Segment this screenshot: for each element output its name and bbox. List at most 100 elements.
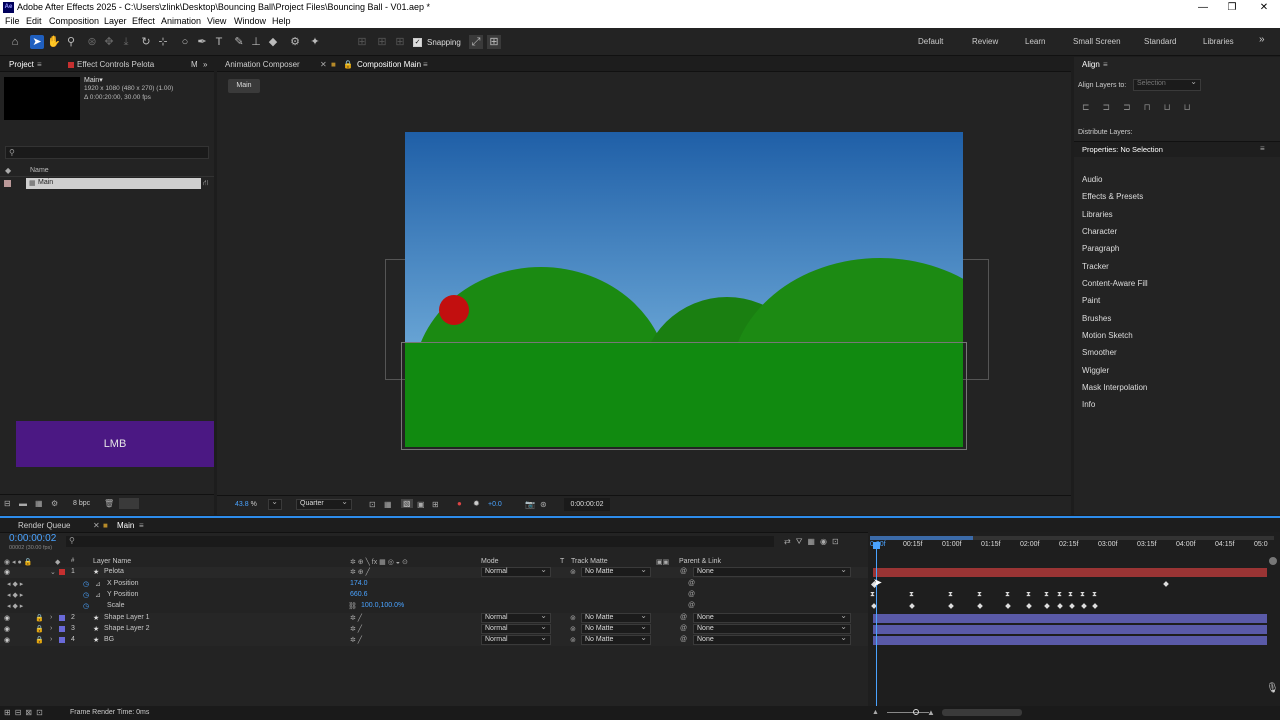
mask-visibility-icon[interactable]: ▧	[401, 499, 413, 508]
panel-motion-sketch[interactable]: Motion Sketch	[1082, 331, 1133, 340]
dolly-tool-icon[interactable]: ⤓	[119, 35, 133, 49]
selection-tool-icon[interactable]: ➤	[30, 35, 44, 49]
hand-tool-icon[interactable]: ✋	[47, 35, 61, 49]
current-time[interactable]: 0:00:00:02	[9, 533, 56, 544]
project-search-input[interactable]: ⚲	[5, 146, 209, 159]
project-item-main[interactable]: ▦ Main	[26, 178, 201, 189]
zoom-out-icon[interactable]: ▲	[872, 709, 879, 716]
keyframe-hourglass[interactable]: ⧗	[909, 591, 914, 599]
playhead-handle[interactable]	[873, 542, 880, 549]
track-matte-icon[interactable]: ⊚	[570, 568, 576, 576]
menu-composition[interactable]: Composition	[49, 16, 99, 26]
keyframe-hourglass[interactable]: ⧗	[1080, 591, 1085, 599]
stopwatch-icon[interactable]: ◷	[83, 602, 89, 610]
keyframe-hourglass[interactable]: ⧗	[1057, 591, 1062, 599]
channels-icon[interactable]: ●	[457, 499, 462, 508]
panel-tracker[interactable]: Tracker	[1082, 262, 1109, 271]
project-settings-icon[interactable]: ⚙	[51, 499, 58, 508]
track-matte-icon[interactable]: ⊚	[570, 614, 576, 622]
expression-pick-whip-icon[interactable]: @	[688, 580, 695, 587]
visibility-eye-icon[interactable]: ◉	[4, 568, 10, 576]
pick-whip-icon[interactable]: @	[680, 625, 687, 632]
viewer-timecode[interactable]: 0:00:00:02	[564, 498, 610, 511]
layer-label-swatch[interactable]	[59, 569, 65, 575]
close-button[interactable]: ✕	[1248, 0, 1280, 15]
tab-main[interactable]: Main	[117, 521, 134, 530]
tab-overflow-icon[interactable]: »	[203, 60, 207, 69]
brush-tool-icon[interactable]: ✎	[232, 35, 246, 49]
tab-project[interactable]: Project	[9, 60, 34, 69]
panel-smoother[interactable]: Smoother	[1082, 348, 1117, 357]
column-num[interactable]: #	[71, 558, 74, 564]
layer-switches-icons[interactable]: ✲ ⊕ ╲ fx ▦ ◎ ◒ ⊙	[350, 558, 408, 566]
layer-switch-icons[interactable]: ✲ ╱	[350, 636, 362, 644]
tab-composition-main[interactable]: Composition Main	[357, 60, 421, 69]
panel-menu-icon[interactable]: ≡	[139, 521, 144, 530]
track-matte-icon[interactable]: ⊚	[570, 636, 576, 644]
visibility-eye-icon[interactable]: ◉	[4, 614, 10, 622]
work-area-range[interactable]	[870, 536, 973, 540]
roto-brush-tool-icon[interactable]: ⚙	[288, 35, 302, 49]
close-tab-icon[interactable]: ✕	[320, 60, 327, 69]
align-to-dropdown[interactable]: Selection	[1133, 78, 1201, 91]
panel-brushes[interactable]: Brushes	[1082, 314, 1111, 323]
keyframe-hourglass[interactable]: ⧗	[977, 591, 982, 599]
lock-icon[interactable]: 🔒	[35, 636, 44, 644]
layer-label-swatch[interactable]	[59, 615, 65, 621]
maximize-button[interactable]: ❐	[1216, 0, 1248, 15]
tab-animation-composer[interactable]: Animation Composer	[225, 60, 300, 69]
expression-pick-whip-icon[interactable]: @	[688, 591, 695, 598]
column-mode[interactable]: Mode	[481, 558, 499, 565]
new-folder-icon[interactable]: ▬	[19, 499, 27, 508]
lock-icon[interactable]: 🔒	[343, 60, 353, 69]
layer-bar-shape-layer-1[interactable]	[873, 614, 1267, 623]
panel-effects-presets[interactable]: Effects & Presets	[1082, 192, 1143, 201]
workspace-more-button[interactable]: »	[1259, 34, 1265, 45]
layer-bar-pelota[interactable]	[873, 568, 1267, 577]
status-toggle-icons[interactable]: ⊞⊟⊠⊡	[4, 708, 47, 717]
column-track-matte[interactable]: Track Matte	[571, 558, 608, 565]
lock-icon[interactable]: 🔒	[35, 625, 44, 633]
property-row-scale[interactable]: ◂ ◆ ▸ ◷ Scale ⛓ 100.0,100.0% @	[0, 601, 868, 612]
layer-name[interactable]: Shape Layer 2	[104, 625, 150, 632]
ellipse-tool-icon[interactable]: ○	[178, 35, 192, 49]
pick-whip-icon[interactable]: @	[680, 568, 687, 575]
panel-mask-interpolation[interactable]: Mask Interpolation	[1082, 383, 1147, 392]
av-switches-icon[interactable]: ◉ ◂ ● 🔒	[4, 558, 32, 566]
column-name[interactable]: Name	[30, 167, 49, 174]
new-comp-icon[interactable]: ▦	[35, 499, 43, 508]
lock-icon[interactable]: 🔒	[35, 614, 44, 622]
menu-layer[interactable]: Layer	[104, 16, 127, 26]
region-of-interest-icon[interactable]: ▣	[417, 500, 425, 509]
layer-row-1[interactable]: ◉ ⌄ 1 ★ Pelota ✲ ⊕ ╱ Normal ⊚ No Matte @…	[0, 566, 868, 578]
zoom-in-icon[interactable]: ▲	[927, 708, 935, 717]
mode-dropdown[interactable]: Normal	[481, 634, 551, 645]
ball[interactable]	[439, 295, 469, 325]
menu-edit[interactable]: Edit	[26, 16, 42, 26]
layer-label-swatch[interactable]	[59, 626, 65, 632]
label-color-swatch[interactable]	[4, 180, 11, 187]
panel-menu-icon[interactable]: ≡	[423, 60, 428, 69]
layer-label-swatch[interactable]	[59, 637, 65, 643]
layer-row-3[interactable]: ◉ 🔒 › 3 ★ Shape Layer 2 ✲ ╱ Normal ⊚ No …	[0, 623, 868, 635]
comp-marker-bin-icon[interactable]	[1269, 557, 1277, 565]
zoom-slider-track[interactable]	[887, 712, 929, 713]
clone-stamp-tool-icon[interactable]: ⊥	[249, 35, 263, 49]
keyframe-hourglass[interactable]: ⧗	[1044, 591, 1049, 599]
home-icon[interactable]: ⌂	[8, 35, 22, 49]
menu-help[interactable]: Help	[272, 16, 291, 26]
track-matte-dropdown[interactable]: No Matte	[581, 634, 651, 645]
expand-chevron-icon[interactable]: ›	[50, 636, 52, 643]
timeline-switch-icons[interactable]: ⇄⛛▦◉⊡	[784, 537, 844, 547]
zoom-slider-handle[interactable]	[913, 709, 919, 715]
label-tag-icon[interactable]: ◆	[55, 558, 60, 566]
keyframe-hourglass[interactable]: ⧗	[948, 591, 953, 599]
graph-icon[interactable]: ⊿	[95, 591, 101, 599]
composition-canvas[interactable]	[405, 132, 963, 447]
grid-guides-icon[interactable]: ⊞	[432, 500, 439, 509]
type-tool-icon[interactable]: T	[212, 35, 226, 49]
playhead-line[interactable]	[876, 542, 877, 706]
resolution-dropdown[interactable]: Quarter	[296, 498, 352, 510]
column-layer-name[interactable]: Layer Name	[93, 558, 131, 565]
menu-file[interactable]: File	[5, 16, 20, 26]
